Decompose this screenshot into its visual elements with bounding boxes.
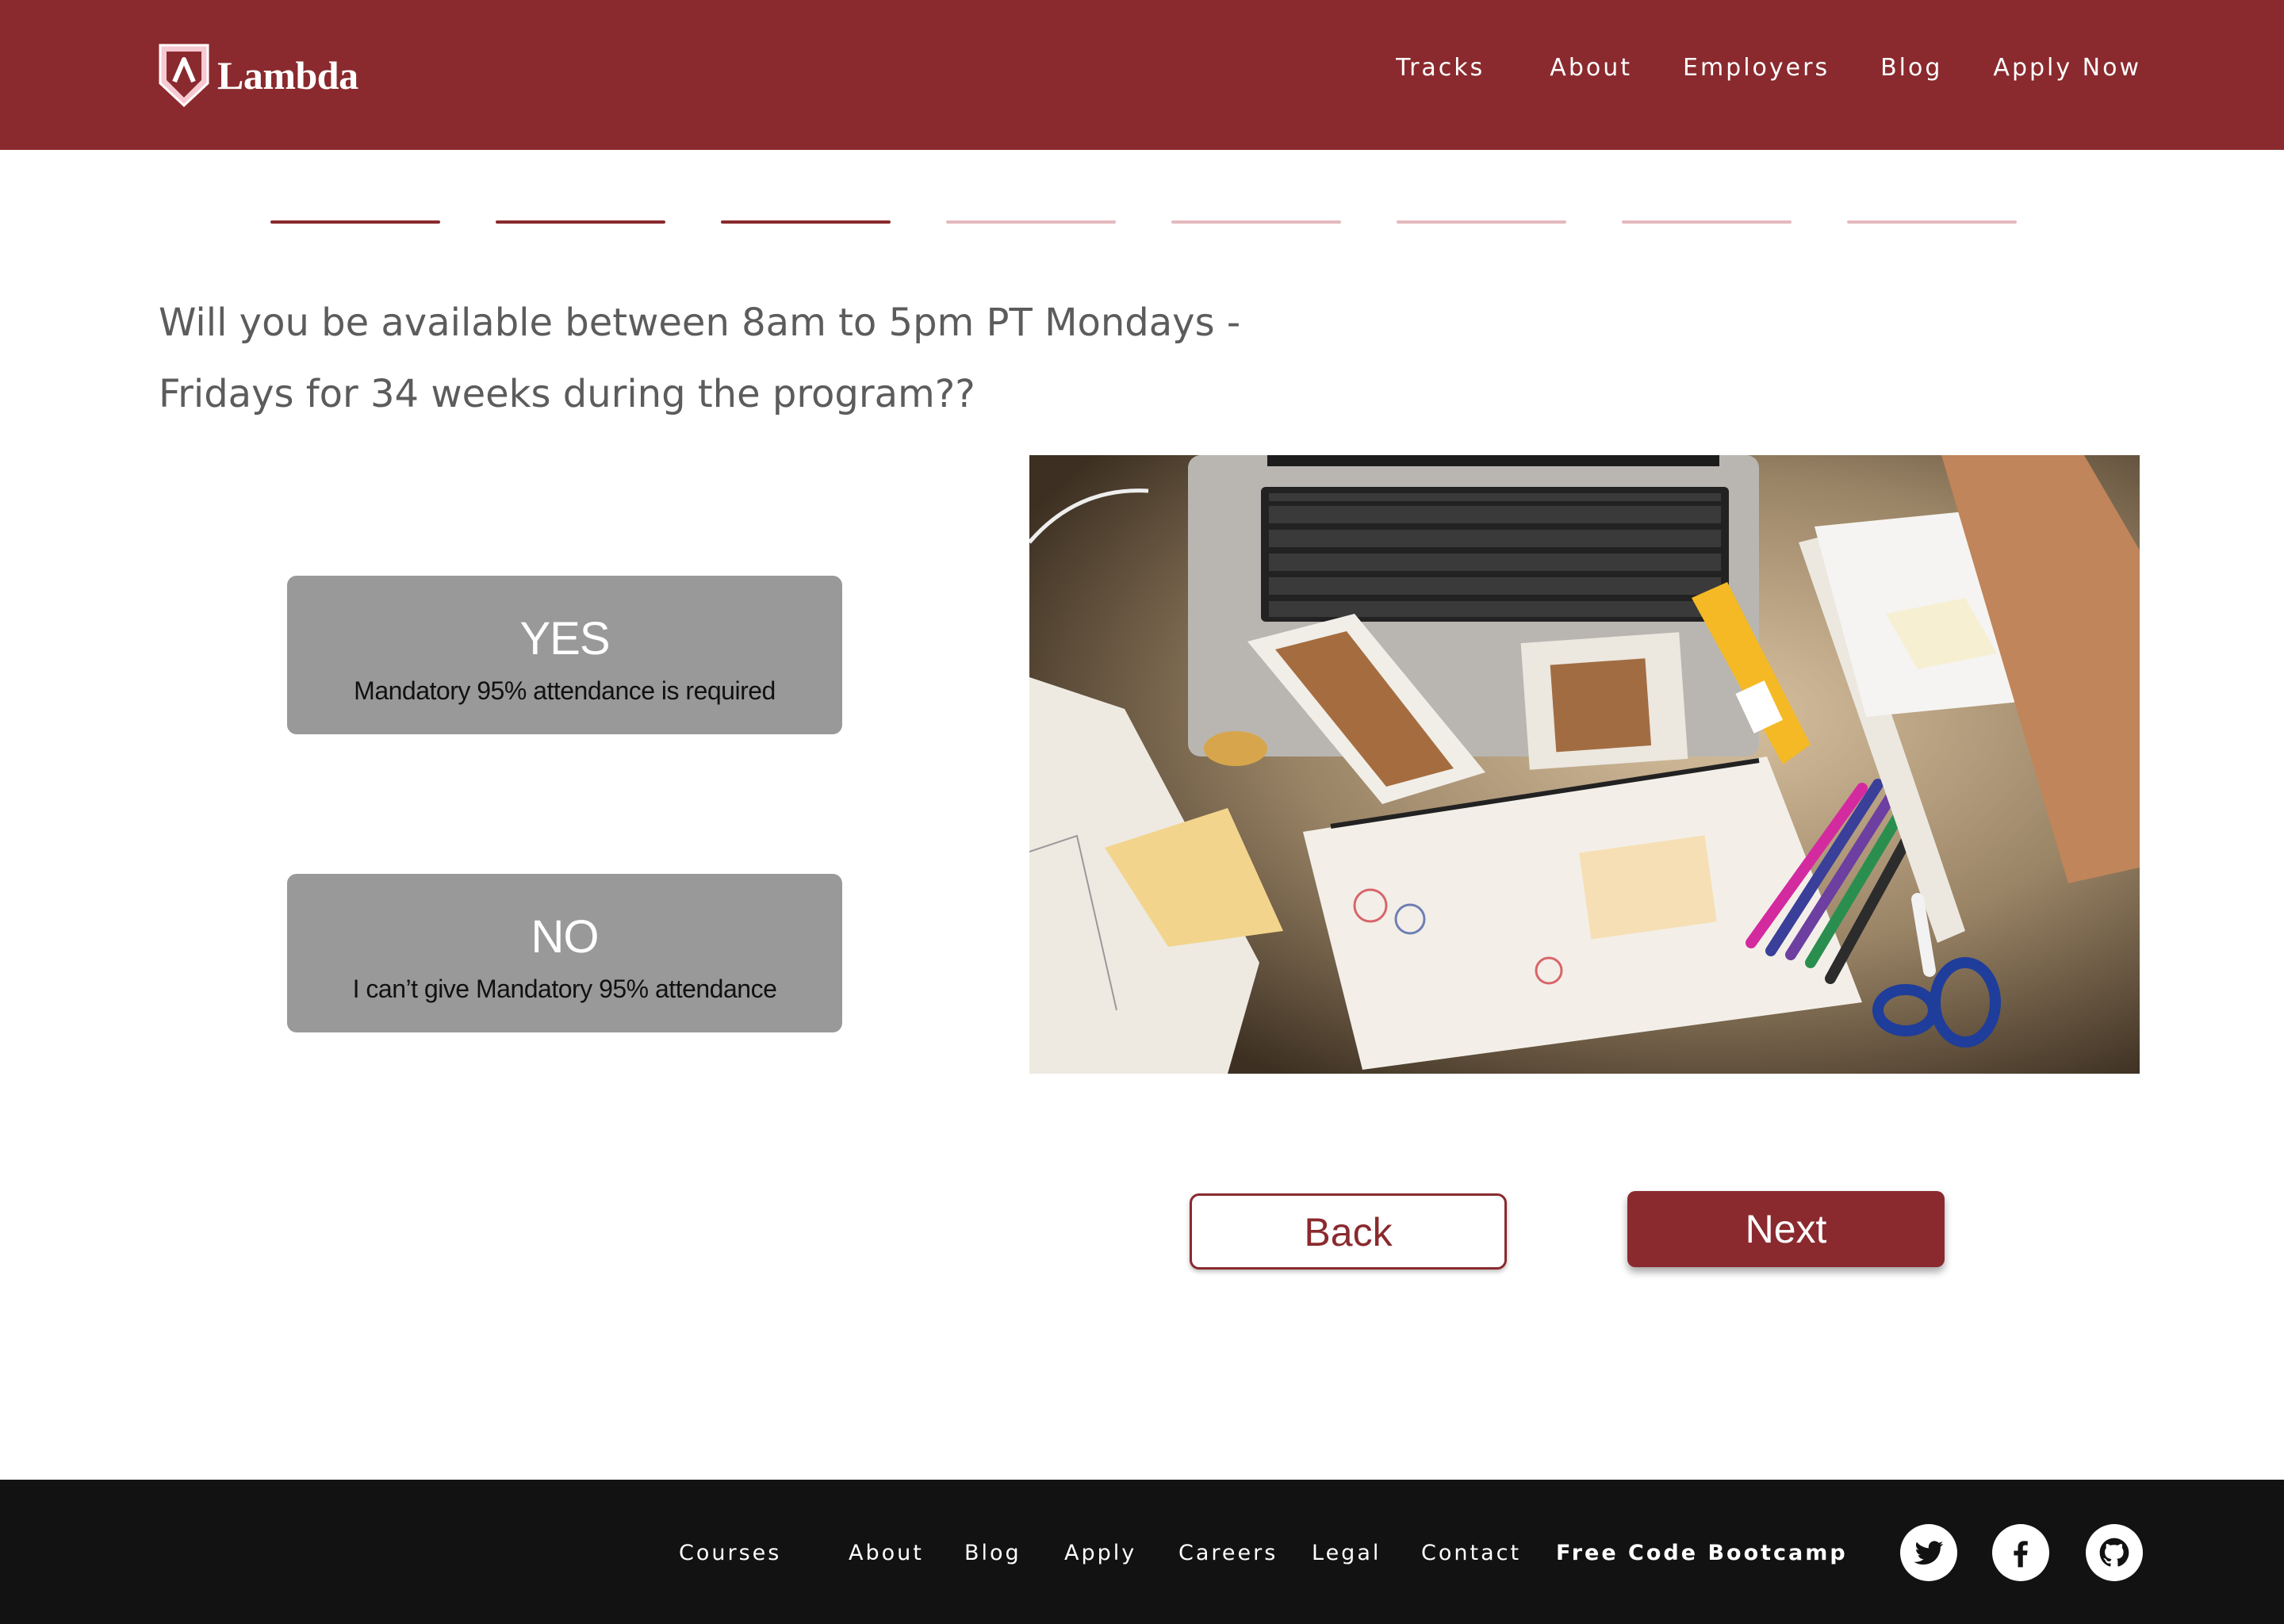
brand-name: Lambda xyxy=(217,53,358,98)
lambda-shield-icon xyxy=(159,44,209,108)
progress-step xyxy=(1171,220,1341,224)
footer-link-apply[interactable]: Apply xyxy=(1064,1541,1136,1565)
progress-step xyxy=(1397,220,1566,224)
brand-logo[interactable]: Lambda xyxy=(157,42,358,109)
answer-no-button[interactable]: NO I can’t give Mandatory 95% attendance xyxy=(287,874,842,1032)
question-text: Will you be available between 8am to 5pm… xyxy=(159,287,1269,430)
footer-link-legal[interactable]: Legal xyxy=(1312,1541,1381,1565)
desk-photo xyxy=(1029,455,2140,1074)
progress-step xyxy=(1622,220,1792,224)
site-footer: Courses About Blog Apply Careers Legal C… xyxy=(0,1480,2284,1624)
facebook-icon[interactable] xyxy=(1992,1524,2049,1581)
footer-link-blog[interactable]: Blog xyxy=(964,1541,1021,1565)
question-line: Fridays for 34 weeks during the program?… xyxy=(159,372,975,416)
nav-blog[interactable]: Blog xyxy=(1880,54,1942,82)
progress-step xyxy=(1847,220,2017,224)
main-nav: Tracks About Employers Blog Apply Now xyxy=(1396,54,2141,82)
progress-step xyxy=(496,220,665,224)
nav-apply-now[interactable]: Apply Now xyxy=(1993,54,2141,82)
footer-link-about[interactable]: About xyxy=(849,1541,924,1565)
answer-title: YES xyxy=(519,613,610,665)
answer-subtitle: I can’t give Mandatory 95% attendance xyxy=(352,975,777,1003)
footer-link-courses[interactable]: Courses xyxy=(679,1541,781,1565)
back-button[interactable]: Back xyxy=(1190,1193,1507,1270)
footer-link-contact[interactable]: Contact xyxy=(1421,1541,1521,1565)
answer-yes-button[interactable]: YES Mandatory 95% attendance is required xyxy=(287,576,842,734)
nav-employers[interactable]: Employers xyxy=(1683,54,1830,82)
github-icon[interactable] xyxy=(2086,1524,2143,1581)
progress-step xyxy=(946,220,1116,224)
nav-tracks[interactable]: Tracks xyxy=(1396,54,1485,82)
footer-link-careers[interactable]: Careers xyxy=(1178,1541,1278,1565)
answer-subtitle: Mandatory 95% attendance is required xyxy=(354,676,776,705)
question-line: Will you be available between 8am to 5pm… xyxy=(159,301,1241,345)
footer-link-free-code-bootcamp[interactable]: Free Code Bootcamp xyxy=(1556,1541,1848,1565)
next-button[interactable]: Next xyxy=(1627,1191,1945,1267)
progress-step xyxy=(270,220,440,224)
progress-step xyxy=(721,220,891,224)
nav-about[interactable]: About xyxy=(1550,54,1632,82)
answer-title: NO xyxy=(531,911,600,963)
site-header: Lambda Tracks About Employers Blog Apply… xyxy=(0,0,2284,150)
twitter-icon[interactable] xyxy=(1900,1524,1957,1581)
